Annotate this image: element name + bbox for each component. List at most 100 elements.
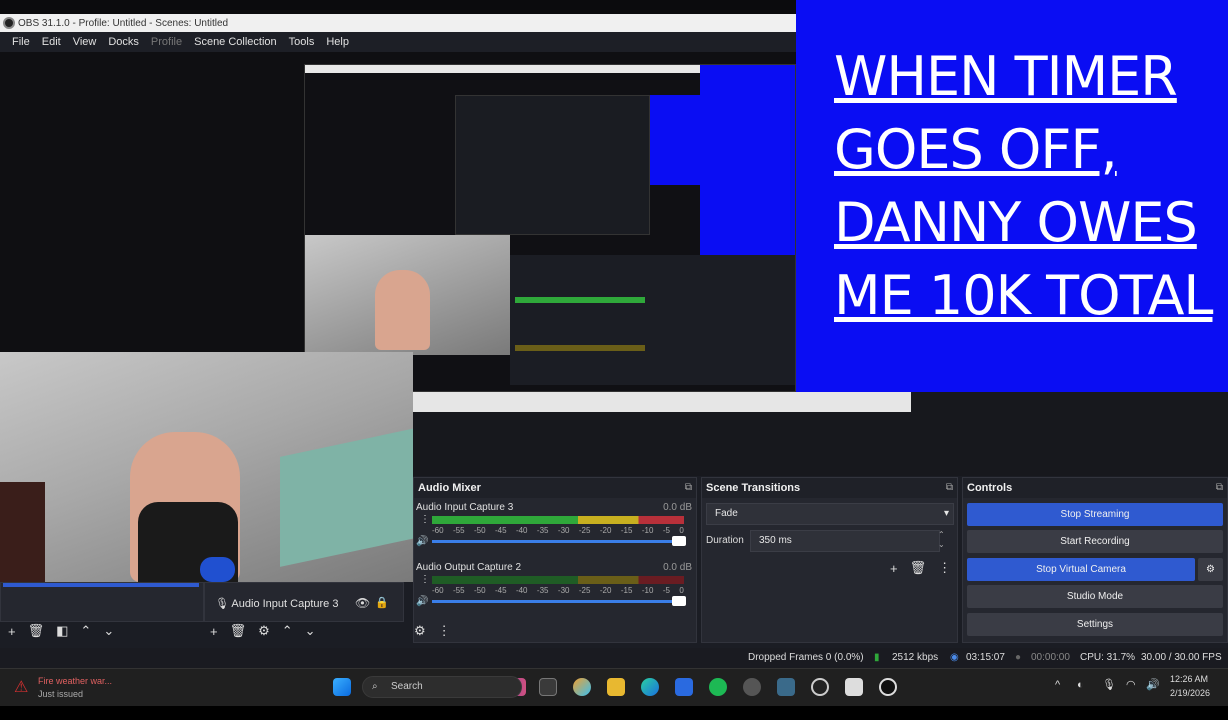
search-icon: ⌕ bbox=[372, 681, 378, 692]
media-player-icon[interactable] bbox=[879, 678, 897, 696]
microphone-icon[interactable]: 🎙 bbox=[1102, 678, 1116, 691]
sources-toolbar: + 🗑 ⚙ ⌃ ⌄ bbox=[210, 623, 316, 639]
clock-date[interactable]: 2/19/2026 bbox=[1170, 688, 1210, 698]
gear-icon: ⚙ bbox=[1206, 564, 1215, 575]
volume-meter bbox=[432, 516, 684, 524]
spotify-icon[interactable] bbox=[709, 678, 727, 696]
file-explorer-icon[interactable] bbox=[607, 678, 625, 696]
source-item-label: Audio Input Capture 3 bbox=[231, 598, 339, 610]
mixer-channel-name: Audio Input Capture 3 bbox=[416, 502, 514, 513]
mixer-channel-db: 0.0 dB bbox=[663, 502, 692, 513]
trash-icon[interactable]: 🗑 bbox=[910, 560, 927, 576]
volume-icon[interactable]: 🔊 bbox=[1146, 678, 1160, 691]
trash-icon[interactable]: 🗑 bbox=[28, 623, 45, 639]
gear-icon[interactable]: ⚙ bbox=[258, 623, 270, 639]
popout-icon[interactable]: ⧉ bbox=[685, 478, 692, 498]
menu-file[interactable]: File bbox=[6, 36, 36, 48]
speaker-icon[interactable]: 🔊 bbox=[416, 536, 428, 547]
sources-panel: 🎙 Audio Input Capture 3 👁 🔒 bbox=[204, 582, 404, 622]
weather-warning-icon[interactable]: ⚠ bbox=[14, 677, 28, 697]
move-up-icon[interactable]: ⌃ bbox=[282, 623, 293, 639]
obs-taskbar-icon[interactable] bbox=[811, 678, 829, 696]
scene-transitions-title: Scene Transitions bbox=[706, 482, 801, 494]
menu-edit[interactable]: Edit bbox=[36, 36, 67, 48]
tray-app-icon[interactable]: ◐ bbox=[1077, 679, 1084, 691]
notification-title[interactable]: Fire weather war... bbox=[38, 676, 112, 686]
overlay-line-4: ME 10K TOTAL bbox=[834, 264, 1213, 327]
audio-mixer-toolbar: ⚙ ⋮ bbox=[414, 623, 451, 639]
stop-virtual-camera-button[interactable]: Stop Virtual Camera bbox=[967, 558, 1195, 581]
volume-slider[interactable] bbox=[432, 536, 686, 546]
popout-icon[interactable]: ⧉ bbox=[1216, 478, 1223, 498]
advanced-audio-icon[interactable]: ⚙ bbox=[414, 623, 426, 639]
clock-app-icon[interactable] bbox=[845, 678, 863, 696]
menu-scene-collection[interactable]: Scene Collection bbox=[188, 36, 283, 48]
move-down-icon[interactable]: ⌄ bbox=[305, 623, 316, 639]
controls-panel: Controls ⧉ Stop Streaming Start Recordin… bbox=[962, 477, 1228, 643]
more-options-icon[interactable]: ⋮ bbox=[420, 514, 430, 525]
taskbar-search-input[interactable]: ⌕ Search bbox=[362, 676, 522, 698]
app-icon[interactable] bbox=[777, 678, 795, 696]
speaker-icon[interactable]: 🔊 bbox=[416, 596, 428, 607]
menu-help[interactable]: Help bbox=[320, 36, 355, 48]
task-view-icon[interactable] bbox=[539, 678, 557, 696]
virtual-camera-settings-button[interactable]: ⚙ bbox=[1198, 558, 1223, 581]
scenes-panel bbox=[0, 582, 204, 622]
menu-view[interactable]: View bbox=[67, 36, 103, 48]
dropped-frames: Dropped Frames 0 (0.0%) bbox=[748, 652, 864, 663]
scene-transitions-panel: Scene Transitions ⧉ Fade ▾ Duration 350 … bbox=[701, 477, 958, 643]
transition-select[interactable]: Fade ▾ bbox=[706, 503, 954, 525]
more-options-icon[interactable]: ⋮ bbox=[938, 560, 951, 576]
more-options-icon[interactable]: ⋮ bbox=[420, 574, 430, 585]
popout-icon[interactable]: ⧉ bbox=[946, 478, 953, 498]
mixer-channel-db: 0.0 dB bbox=[663, 562, 692, 573]
audio-mixer-panel: Audio Mixer ⧉ Audio Input Capture 3 0.0 … bbox=[413, 477, 697, 643]
broadcast-icon: ◉ bbox=[950, 652, 959, 663]
studio-mode-button[interactable]: Studio Mode bbox=[967, 585, 1223, 608]
signal-icon: ▮ bbox=[874, 652, 880, 663]
volume-slider[interactable] bbox=[432, 596, 686, 606]
wifi-icon[interactable]: ◠ bbox=[1126, 678, 1136, 691]
settings-icon[interactable] bbox=[743, 678, 761, 696]
move-down-icon[interactable]: ⌄ bbox=[103, 623, 114, 639]
menu-docks[interactable]: Docks bbox=[102, 36, 145, 48]
source-item[interactable]: 🎙 Audio Input Capture 3 bbox=[215, 597, 338, 610]
meter-ticks: -60 -55 -50 -45 -40 -35 -30 -25 -20 -15 -10 -5 0 bbox=[432, 526, 684, 535]
timer-text-overlay: WHEN TIMER GOES OFF, DANNY OWES ME 10K T… bbox=[796, 0, 1228, 392]
menu-tools[interactable]: Tools bbox=[283, 36, 321, 48]
edge-icon[interactable] bbox=[641, 678, 659, 696]
mixer-channel-name: Audio Output Capture 2 bbox=[416, 562, 522, 573]
duration-input[interactable]: 350 ms bbox=[750, 530, 940, 552]
status-bar: Dropped Frames 0 (0.0%) ▮ 2512 kbps ◉ 03… bbox=[0, 648, 1228, 668]
add-icon[interactable]: + bbox=[8, 624, 16, 639]
start-recording-button[interactable]: Start Recording bbox=[967, 530, 1223, 553]
lock-icon[interactable]: 🔒 bbox=[375, 596, 389, 609]
clock-time[interactable]: 12:26 AM bbox=[1170, 674, 1208, 684]
add-icon[interactable]: + bbox=[210, 624, 218, 639]
chevron-down-icon: ▾ bbox=[943, 508, 949, 519]
add-icon[interactable]: + bbox=[890, 561, 898, 576]
move-up-icon[interactable]: ⌃ bbox=[80, 623, 91, 639]
overlay-line-2: GOES OFF, bbox=[834, 118, 1118, 181]
duration-stepper[interactable]: ⌃ ⌄ bbox=[938, 530, 945, 550]
webcam-feed-lower bbox=[0, 392, 413, 582]
store-icon[interactable] bbox=[675, 678, 693, 696]
windows-start-icon[interactable] bbox=[333, 678, 351, 696]
filter-icon[interactable]: ◧ bbox=[56, 623, 68, 639]
overlay-line-1: WHEN TIMER bbox=[834, 45, 1178, 108]
cpu-usage: CPU: 31.7% bbox=[1080, 652, 1136, 663]
stop-streaming-button[interactable]: Stop Streaming bbox=[967, 503, 1223, 526]
eye-icon[interactable]: 👁 bbox=[355, 596, 370, 610]
fps: 30.00 / 30.00 FPS bbox=[1141, 652, 1222, 663]
mixer-channel: Audio Input Capture 3 0.0 dB ⋮ -60 -55 -50… bbox=[414, 498, 696, 558]
more-options-icon[interactable]: ⋮ bbox=[438, 623, 451, 639]
chevron-up-icon[interactable]: ^ bbox=[1055, 679, 1060, 691]
window-title: OBS 31.1.0 - Profile: Untitled - Scenes:… bbox=[18, 17, 229, 29]
audio-mixer-title: Audio Mixer bbox=[418, 482, 481, 494]
overlay-line-3: DANNY OWES bbox=[834, 191, 1198, 254]
settings-button[interactable]: Settings bbox=[967, 613, 1223, 636]
recursive-capture-preview bbox=[304, 64, 796, 392]
trash-icon[interactable]: 🗑 bbox=[230, 623, 247, 639]
copilot-icon[interactable] bbox=[573, 678, 591, 696]
meter-ticks: -60 -55 -50 -45 -40 -35 -30 -25 -20 -15 -10 -5 0 bbox=[432, 586, 684, 595]
